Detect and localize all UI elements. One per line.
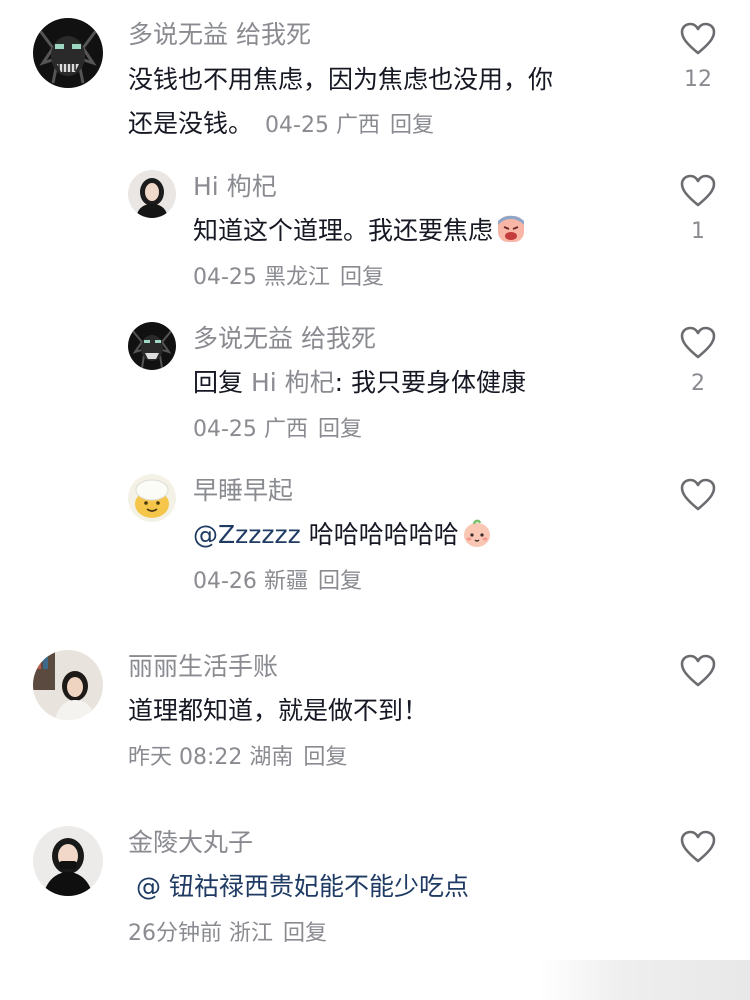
comment-date: 昨天 08:22 [128,745,243,770]
mention-link[interactable]: @Zzzzzz [193,520,301,549]
reply-button[interactable]: 回复 [303,745,347,770]
comment-meta: 04-25 黑龙江 回复 [193,263,384,293]
reply-prefix: 回复 [193,368,244,397]
comment-text-line: 知道这个道理。我还要焦虑 [193,216,494,245]
comment-text-line: : 我只要身体健康 [334,368,527,397]
comment-date: 04-25 [265,113,329,138]
avatar[interactable] [33,650,103,720]
username[interactable]: 早睡早起 [193,476,293,506]
comment-meta: 04-26 新疆 回复 [193,567,362,597]
reply-button[interactable]: 回复 [318,569,362,594]
avatar[interactable] [128,474,176,522]
heart-icon [680,654,716,687]
avatar[interactable] [128,322,176,370]
comment-meta: 04-25 广西 回复 [265,113,434,138]
like-count: 12 [684,67,712,92]
comment-text: @Zzzzzz 哈哈哈哈哈哈 [193,512,493,558]
comment-text: 没钱也不用焦虑，因为焦虑也没用，你 [128,57,553,103]
like-button[interactable]: 12 [678,22,718,92]
username[interactable]: 多说无益 给我死 [193,324,376,354]
comment-location: 黑龙江 [263,265,330,290]
reply-button[interactable]: 回复 [340,265,384,290]
baby-face-emoji [461,517,493,549]
comment-text: 知道这个道理。我还要焦虑 [193,208,527,254]
like-button[interactable]: 2 [678,326,718,396]
username[interactable]: Hi 枸杞 [193,172,277,202]
comment-location: 广西 [263,417,308,442]
comment-text: 道理都知道，就是做不到！ [128,688,428,734]
watermark [540,960,750,1000]
username[interactable]: 金陵大丸子 [128,828,253,858]
comment-text-line: 道理都知道，就是做不到！ [128,696,429,725]
username[interactable]: 丽丽生活手账 [128,652,278,682]
comment-date: 04-25 [193,417,257,442]
heart-icon [680,174,716,207]
comment-date: 04-26 [193,569,257,594]
comment-location: 浙江 [229,921,274,946]
comment-location: 广西 [335,113,380,138]
comment-text: 回复 Hi 枸杞: 我只要身体健康 [193,360,526,406]
reply-button[interactable]: 回复 [283,921,327,946]
comment-date: 26分钟前 [128,921,222,946]
heart-icon [680,478,716,511]
reply-target-user[interactable]: Hi 枸杞 [251,368,335,397]
heart-icon [680,326,716,359]
comment-location: 新疆 [263,569,308,594]
avatar[interactable] [33,18,103,88]
avatar[interactable] [128,170,176,218]
reply-button[interactable]: 回复 [390,113,434,138]
username[interactable]: 多说无益 给我死 [128,20,311,50]
comment-meta: 26分钟前 浙江 回复 [128,919,327,949]
like-button[interactable] [678,654,718,688]
angry-face-emoji [495,213,527,245]
comment-meta: 昨天 08:22 湖南 回复 [128,743,347,773]
comment-meta: 04-25 广西 回复 [193,415,362,445]
like-count: 1 [691,219,705,244]
like-button[interactable] [678,478,718,512]
like-button[interactable]: 1 [678,174,718,244]
avatar[interactable] [33,826,103,896]
comment-text: @ 钮祜禄西贵妃能不能少吃点 [128,864,469,910]
comment-text-line: 还是没钱。 [128,109,254,138]
like-button[interactable] [678,830,718,864]
comment-text-line: 哈哈哈哈哈哈 [300,520,459,549]
mention-link[interactable]: @ 钮祜禄西贵妃能不能少吃点 [136,872,469,901]
comment-location: 湖南 [249,745,294,770]
heart-icon [680,830,716,863]
reply-button[interactable]: 回复 [318,417,362,442]
comment-text-line: 没钱也不用焦虑，因为焦虑也没用，你 [128,65,554,94]
heart-icon [680,22,716,55]
comment-date: 04-25 [193,265,257,290]
like-count: 2 [691,371,705,396]
comment-text: 还是没钱。 04-25 广西 回复 [128,101,434,149]
